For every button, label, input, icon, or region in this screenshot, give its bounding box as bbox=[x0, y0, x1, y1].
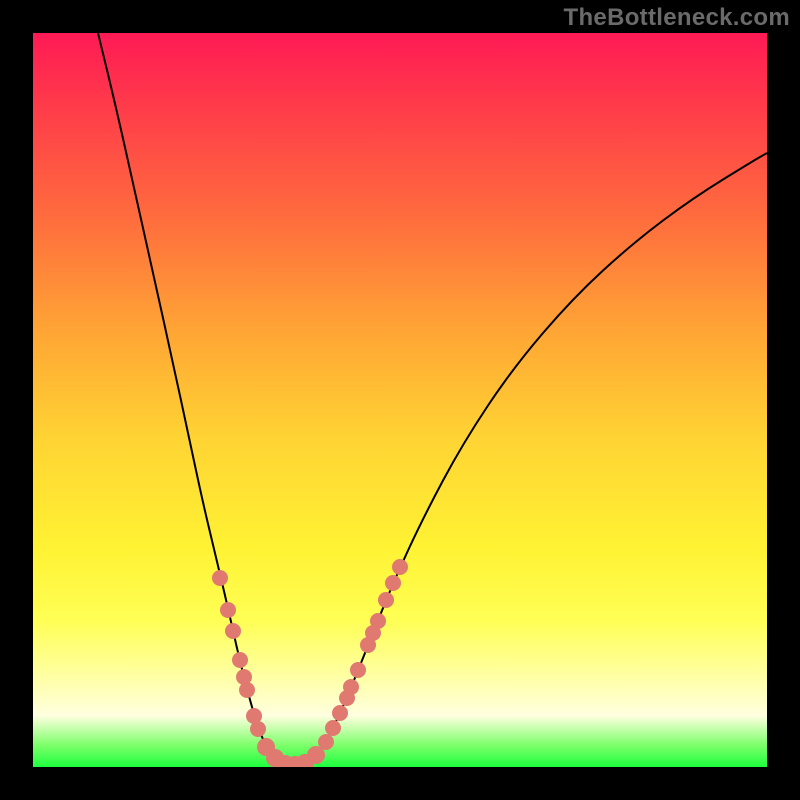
chart-frame: TheBottleneck.com bbox=[0, 0, 800, 800]
watermark-text: TheBottleneck.com bbox=[564, 4, 790, 32]
plot-area bbox=[33, 33, 767, 767]
